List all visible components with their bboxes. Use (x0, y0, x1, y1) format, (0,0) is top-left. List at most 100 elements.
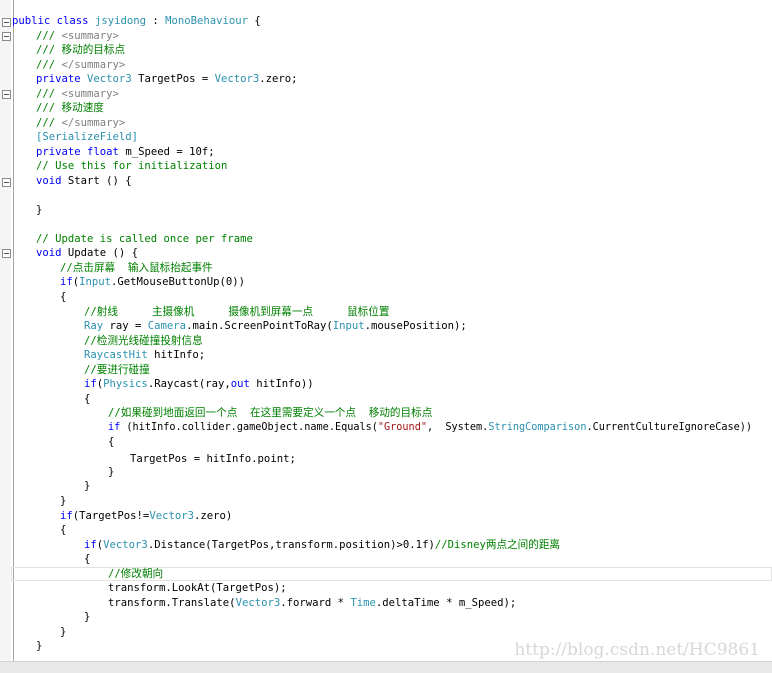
code-line[interactable]: { (84, 552, 90, 567)
code-line[interactable]: if(Vector3.Distance(TargetPos,transform.… (84, 538, 560, 553)
code-line[interactable]: //如果碰到地面返回一个点 在这里需要定义一个点 移动的目标点 (108, 406, 432, 421)
type-name: Vector3 (103, 539, 148, 551)
code-line[interactable]: transform.Translate(Vector3.forward * Ti… (108, 596, 516, 611)
code-line[interactable]: transform.LookAt(TargetPos); (108, 581, 287, 596)
code-text: : (145, 15, 166, 27)
code-line[interactable]: //要进行碰撞 (84, 363, 150, 378)
code-text: { (248, 15, 261, 27)
code-line[interactable]: private Vector3 TargetPos = Vector3.zero… (36, 72, 298, 87)
code-text: (hitInfo.collider.gameObject.name.Equals… (120, 422, 378, 433)
code-line[interactable]: [SerializeField] (36, 130, 138, 145)
code-text: m_Speed = 10f; (118, 146, 215, 158)
code-text: } (36, 204, 43, 216)
fold-toggle-update[interactable] (2, 249, 11, 258)
code-text: .mousePosition); (364, 320, 467, 332)
keyword: if (108, 422, 121, 433)
code-line[interactable]: { (60, 523, 66, 538)
keyword: public (12, 15, 51, 27)
code-line[interactable]: { (84, 392, 90, 407)
comment: // Use this for initialization (36, 160, 228, 172)
type-name: Vector3 (214, 73, 260, 85)
code-text: .GetMouseButtonUp(0)) (111, 276, 245, 288)
code-text: .main.ScreenPointToRay( (186, 320, 333, 332)
code-line[interactable]: /// </summary> (36, 58, 125, 73)
code-text: TargetPos = (131, 73, 215, 85)
code-line[interactable]: } (36, 203, 42, 218)
code-line[interactable]: /// 移动的目标点 (36, 43, 125, 58)
code-line[interactable]: //射线 主摄像机 摄像机到屏幕一点 鼠标位置 (84, 305, 389, 320)
code-line[interactable]: private float m_Speed = 10f; (36, 145, 215, 160)
code-line[interactable]: { (60, 290, 66, 305)
code-line[interactable]: if(Input.GetMouseButtonUp(0)) (60, 275, 245, 290)
code-text: transform.Translate( (108, 597, 236, 609)
type-name: Time (350, 597, 376, 609)
code-line[interactable]: void Update () { (36, 246, 138, 261)
keyword: if (60, 276, 73, 288)
attribute: [SerializeField] (36, 131, 139, 143)
code-line[interactable]: Ray ray = Camera.main.ScreenPointToRay(I… (84, 319, 467, 334)
comment: //如果碰到地面返回一个点 在这里需要定义一个点 移动的目标点 (108, 407, 433, 419)
code-line[interactable]: /// <summary> (36, 29, 119, 44)
code-line[interactable]: RaycastHit hitInfo; (84, 348, 205, 363)
keyword: if (60, 510, 73, 522)
keyword: void (36, 247, 62, 259)
code-text: Start () { (61, 175, 132, 187)
keyword: void (36, 175, 62, 187)
fold-toggle-summary-2[interactable] (2, 90, 11, 99)
fold-toggle-class[interactable] (2, 18, 11, 27)
code-line[interactable]: } (36, 639, 42, 654)
code-line[interactable]: if (hitInfo.collider.gameObject.name.Equ… (108, 421, 752, 436)
code-line[interactable]: } (60, 494, 66, 509)
code-line[interactable]: // Use this for initialization (36, 159, 227, 174)
comment: //检测光线碰撞投射信息 (84, 335, 203, 347)
horizontal-scrollbar[interactable] (0, 661, 772, 673)
code-line[interactable]: if(Physics.Raycast(ray,out hitInfo)) (84, 377, 314, 392)
fold-toggle-summary-1[interactable] (2, 32, 11, 41)
code-line[interactable]: //检测光线碰撞投射信息 (84, 334, 203, 349)
type-name: RaycastHit (84, 349, 148, 361)
code-line[interactable]: } (84, 610, 90, 625)
doc-comment: /// (36, 59, 62, 71)
code-text: , System. (426, 422, 489, 433)
code-text: } (60, 495, 67, 507)
type-name: Camera (147, 320, 187, 332)
code-line[interactable]: //点击屏幕 输入鼠标抬起事件 (60, 261, 213, 276)
code-text: .Raycast(ray, (147, 378, 231, 390)
code-line[interactable]: /// </summary> (36, 116, 125, 131)
code-line[interactable]: { (108, 435, 114, 450)
type-name: Vector3 (235, 597, 281, 609)
code-line[interactable]: /// 移动速度 (36, 101, 104, 116)
code-editor[interactable]: public class jsyidong : MonoBehaviour { … (0, 0, 772, 662)
code-line[interactable]: void Start () { (36, 174, 132, 189)
type-name: Ray (84, 320, 104, 332)
comment: //射线 (84, 306, 118, 318)
code-line[interactable]: /// <summary> (36, 87, 119, 102)
code-line[interactable]: //修改朝向 (108, 567, 163, 582)
comment: //点击屏幕 输入鼠标抬起事件 (60, 262, 213, 274)
code-text: .Distance(TargetPos,transform.position)>… (147, 539, 435, 551)
code-line[interactable]: // Update is called once per frame (36, 232, 253, 247)
code-text: { (60, 524, 67, 536)
code-line[interactable]: } (108, 465, 114, 480)
doc-tag: </summary> (61, 117, 126, 129)
type-name: jsyidong (94, 15, 146, 27)
code-text: .deltaTime * m_Speed); (375, 597, 517, 609)
code-line[interactable]: TargetPos = hitInfo.point; (130, 452, 296, 467)
code-text: { (108, 436, 115, 448)
doc-comment: /// (36, 102, 62, 114)
code-text: } (108, 466, 115, 478)
code-text: Update () { (61, 247, 139, 259)
code-line[interactable]: } (60, 625, 66, 640)
type-name: MonoBehaviour (165, 15, 249, 27)
code-line[interactable]: public class jsyidong : MonoBehaviour { (12, 14, 261, 29)
keyword: out (230, 378, 250, 390)
code-text: (TargetPos!= (72, 510, 150, 522)
comment: 主摄像机 (151, 306, 195, 318)
doc-tag: <summary> (61, 88, 119, 100)
code-line[interactable]: } (84, 479, 90, 494)
code-text: .zero; (259, 73, 298, 85)
fold-toggle-start[interactable] (2, 178, 11, 187)
keyword: float (87, 146, 119, 158)
gutter-divider (13, 0, 14, 662)
code-line[interactable]: if(TargetPos!=Vector3.zero) (60, 509, 232, 524)
